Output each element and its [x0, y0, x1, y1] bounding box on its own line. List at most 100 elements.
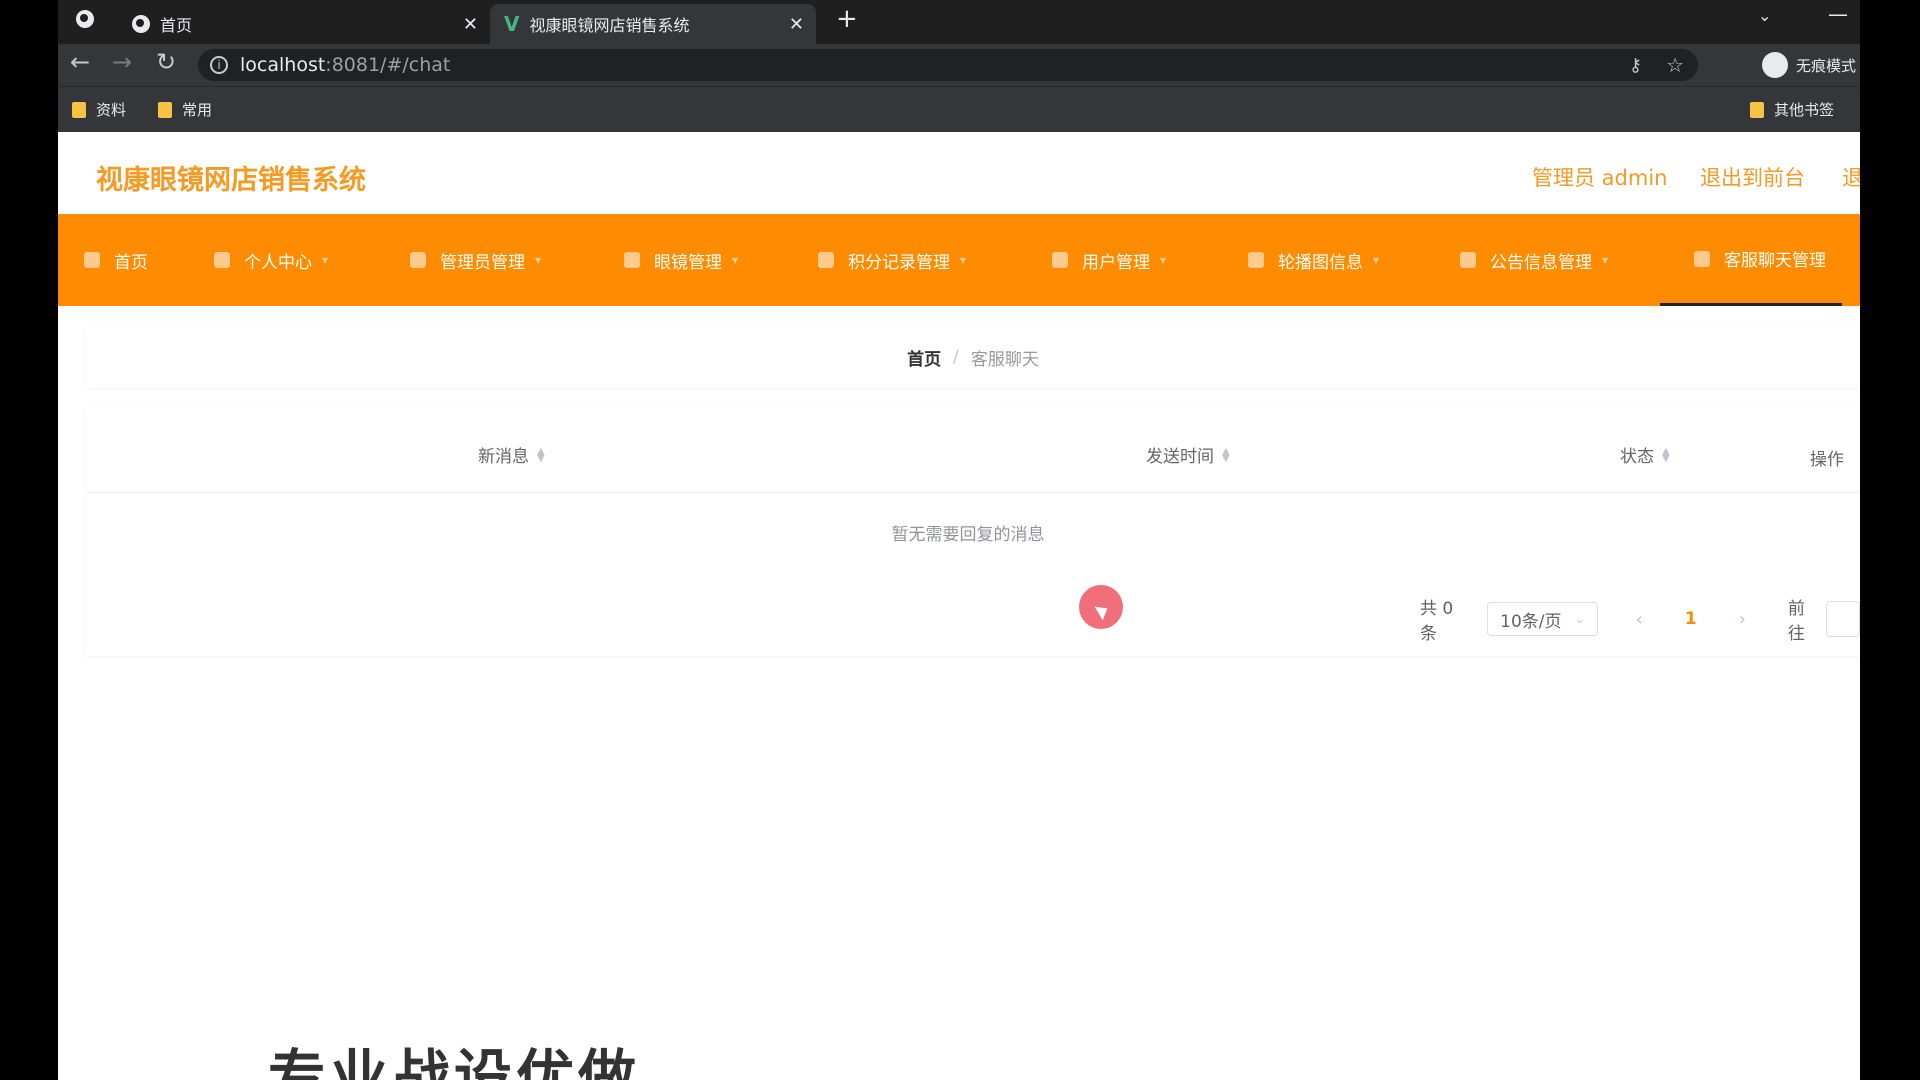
- site-info-icon[interactable]: i: [210, 56, 228, 74]
- key-icon[interactable]: ⚷: [1629, 55, 1642, 76]
- image-icon: [1248, 252, 1264, 268]
- vue-logo-icon: V: [504, 12, 520, 36]
- bookmark-folder[interactable]: 资料: [72, 99, 126, 120]
- folder-icon: [158, 101, 172, 118]
- chevron-down-icon: ⌄: [1574, 612, 1585, 626]
- bookmark-folder[interactable]: 常用: [158, 99, 212, 120]
- other-bookmarks[interactable]: 其他书签: [1750, 99, 1834, 120]
- menu-label: 轮播图信息: [1278, 252, 1363, 273]
- back-icon[interactable]: ←: [70, 48, 90, 76]
- menu-item-glasses[interactable]: 眼镜管理 ▾: [624, 214, 738, 306]
- star-icon[interactable]: ☆: [1666, 53, 1684, 77]
- menu-label: 个人中心: [244, 252, 312, 273]
- tab-title: 视康眼镜网店销售系统: [529, 16, 690, 35]
- app-header: 视康眼镜网店销售系统 管理员 admin 退出到前台 退: [58, 132, 1860, 216]
- empty-message: 暂无需要回复的消息: [891, 525, 1045, 545]
- chevron-down-icon: ▾: [1602, 253, 1609, 267]
- browser-toolbar: ← → ↻ i localhost:8081/#/chat ⚷ ☆ 无痕模式: [58, 44, 1860, 86]
- menu-label: 用户管理: [1082, 252, 1150, 273]
- messages-table: 新消息 ▲ ▼ 发送时间 ▲ ▼ 状态 ▲ ▼ 操作 暂无需要回复的消息 共 0 条 …: [86, 408, 1860, 656]
- table-divider: [86, 492, 1860, 493]
- sort-icon[interactable]: ▲ ▼: [1222, 446, 1230, 463]
- menu-item-home[interactable]: 首页: [84, 214, 148, 306]
- tab-bar: 首页 ✕ V 视康眼镜网店销售系统 ✕ + ⌄ —: [58, 0, 1860, 44]
- tab-app[interactable]: V 视康眼镜网店销售系统 ✕: [490, 4, 816, 44]
- chevron-down-icon: ▾: [732, 253, 739, 267]
- main-menu: 首页 个人中心 ▾ 管理员管理 ▾ 眼镜管理 ▾ 积分记录管理 ▾ 用户管理 ▾: [58, 214, 1860, 306]
- notice-icon: [1460, 252, 1476, 268]
- bookmarks-bar: 资料 常用 其他书签: [58, 86, 1860, 133]
- column-header-send-time[interactable]: 发送时间 ▲ ▼: [1146, 442, 1230, 467]
- menu-item-profile[interactable]: 个人中心 ▾: [214, 214, 328, 306]
- front-page-link[interactable]: 退出到前台: [1700, 162, 1805, 192]
- minimize-button[interactable]: —: [1828, 2, 1848, 26]
- breadcrumb: 首页 / 客服聊天: [86, 326, 1860, 388]
- menu-item-notices[interactable]: 公告信息管理 ▾: [1460, 214, 1608, 306]
- logout-link[interactable]: 退: [1842, 162, 1860, 192]
- goto-label: 前往: [1787, 599, 1805, 644]
- address-bar[interactable]: i localhost:8081/#/chat ⚷ ☆: [198, 49, 1698, 81]
- glasses-icon: [624, 252, 640, 268]
- admin-icon: [410, 252, 426, 268]
- page-number[interactable]: 1: [1685, 609, 1697, 629]
- bookmark-label: 常用: [182, 101, 213, 119]
- chat-icon: [1694, 250, 1710, 267]
- globe-icon: [132, 15, 150, 33]
- page-size-select[interactable]: 10条/页 ⌄: [1487, 602, 1598, 636]
- incognito-icon: [1762, 52, 1788, 78]
- sort-icon[interactable]: ▲ ▼: [1662, 446, 1670, 463]
- tab-title: 首页: [160, 16, 193, 35]
- folder-icon: [72, 101, 86, 118]
- tab-home[interactable]: 首页 ✕: [118, 4, 490, 44]
- tab-search-icon[interactable]: ⌄: [1758, 6, 1771, 25]
- breadcrumb-current: 客服聊天: [970, 349, 1039, 370]
- points-icon: [818, 252, 834, 268]
- column-label: 新消息: [478, 447, 529, 467]
- prev-page-icon[interactable]: ‹: [1636, 609, 1643, 630]
- close-icon[interactable]: ✕: [463, 14, 478, 35]
- menu-label: 积分记录管理: [848, 252, 950, 273]
- user-icon: [214, 252, 230, 268]
- menu-label: 公告信息管理: [1490, 252, 1592, 273]
- chevron-down-icon: ▾: [535, 253, 542, 267]
- menu-label: 眼镜管理: [654, 252, 722, 273]
- column-label: 发送时间: [1146, 447, 1214, 467]
- url-text: localhost:8081/#/chat: [240, 54, 451, 76]
- menu-item-points[interactable]: 积分记录管理 ▾: [818, 214, 966, 306]
- chevron-down-icon: ▾: [1160, 253, 1167, 267]
- page-size-value: 10条/页: [1500, 611, 1562, 632]
- menu-label: 客服聊天管理: [1724, 251, 1826, 271]
- reload-icon[interactable]: ↻: [156, 48, 176, 76]
- folder-icon: [1750, 101, 1764, 118]
- bookmark-label: 其他书签: [1774, 101, 1835, 119]
- home-icon: [84, 252, 100, 268]
- column-label: 状态: [1620, 447, 1654, 467]
- goto-page-input[interactable]: [1825, 601, 1860, 637]
- footer-banner-text: 专业战设优做: [268, 1043, 641, 1080]
- profile-label: 无痕模式: [1796, 56, 1857, 75]
- sort-icon[interactable]: ▲ ▼: [537, 446, 545, 463]
- close-icon[interactable]: ✕: [789, 14, 804, 35]
- column-header-status[interactable]: 状态 ▲ ▼: [1620, 442, 1670, 467]
- menu-item-admins[interactable]: 管理员管理 ▾: [410, 214, 541, 306]
- breadcrumb-home[interactable]: 首页: [907, 345, 941, 370]
- pagination-total: 共 0 条: [1420, 599, 1454, 644]
- bookmark-label: 资料: [96, 101, 127, 119]
- menu-label: 首页: [114, 252, 148, 273]
- next-page-icon[interactable]: ›: [1739, 609, 1746, 630]
- forward-icon[interactable]: →: [112, 48, 132, 76]
- column-header-new-message[interactable]: 新消息 ▲ ▼: [478, 442, 545, 467]
- admin-user-link[interactable]: 管理员 admin: [1532, 162, 1667, 192]
- profile-button[interactable]: 无痕模式: [1762, 52, 1856, 78]
- chevron-down-icon: ▾: [322, 253, 329, 267]
- pagination: 共 0 条 10条/页 ⌄ ‹ 1 › 前往: [1420, 594, 1860, 644]
- menu-label: 管理员管理: [440, 252, 525, 273]
- column-label: 操作: [1810, 450, 1844, 470]
- menu-item-users[interactable]: 用户管理 ▾: [1052, 214, 1166, 306]
- chevron-down-icon: ▾: [1373, 253, 1380, 267]
- chevron-down-icon: ▾: [960, 253, 967, 267]
- new-tab-button[interactable]: +: [836, 4, 858, 34]
- menu-item-carousel[interactable]: 轮播图信息 ▾: [1248, 214, 1379, 306]
- column-header-actions: 操作: [1810, 445, 1844, 470]
- menu-item-chat[interactable]: 客服聊天管理: [1660, 214, 1842, 306]
